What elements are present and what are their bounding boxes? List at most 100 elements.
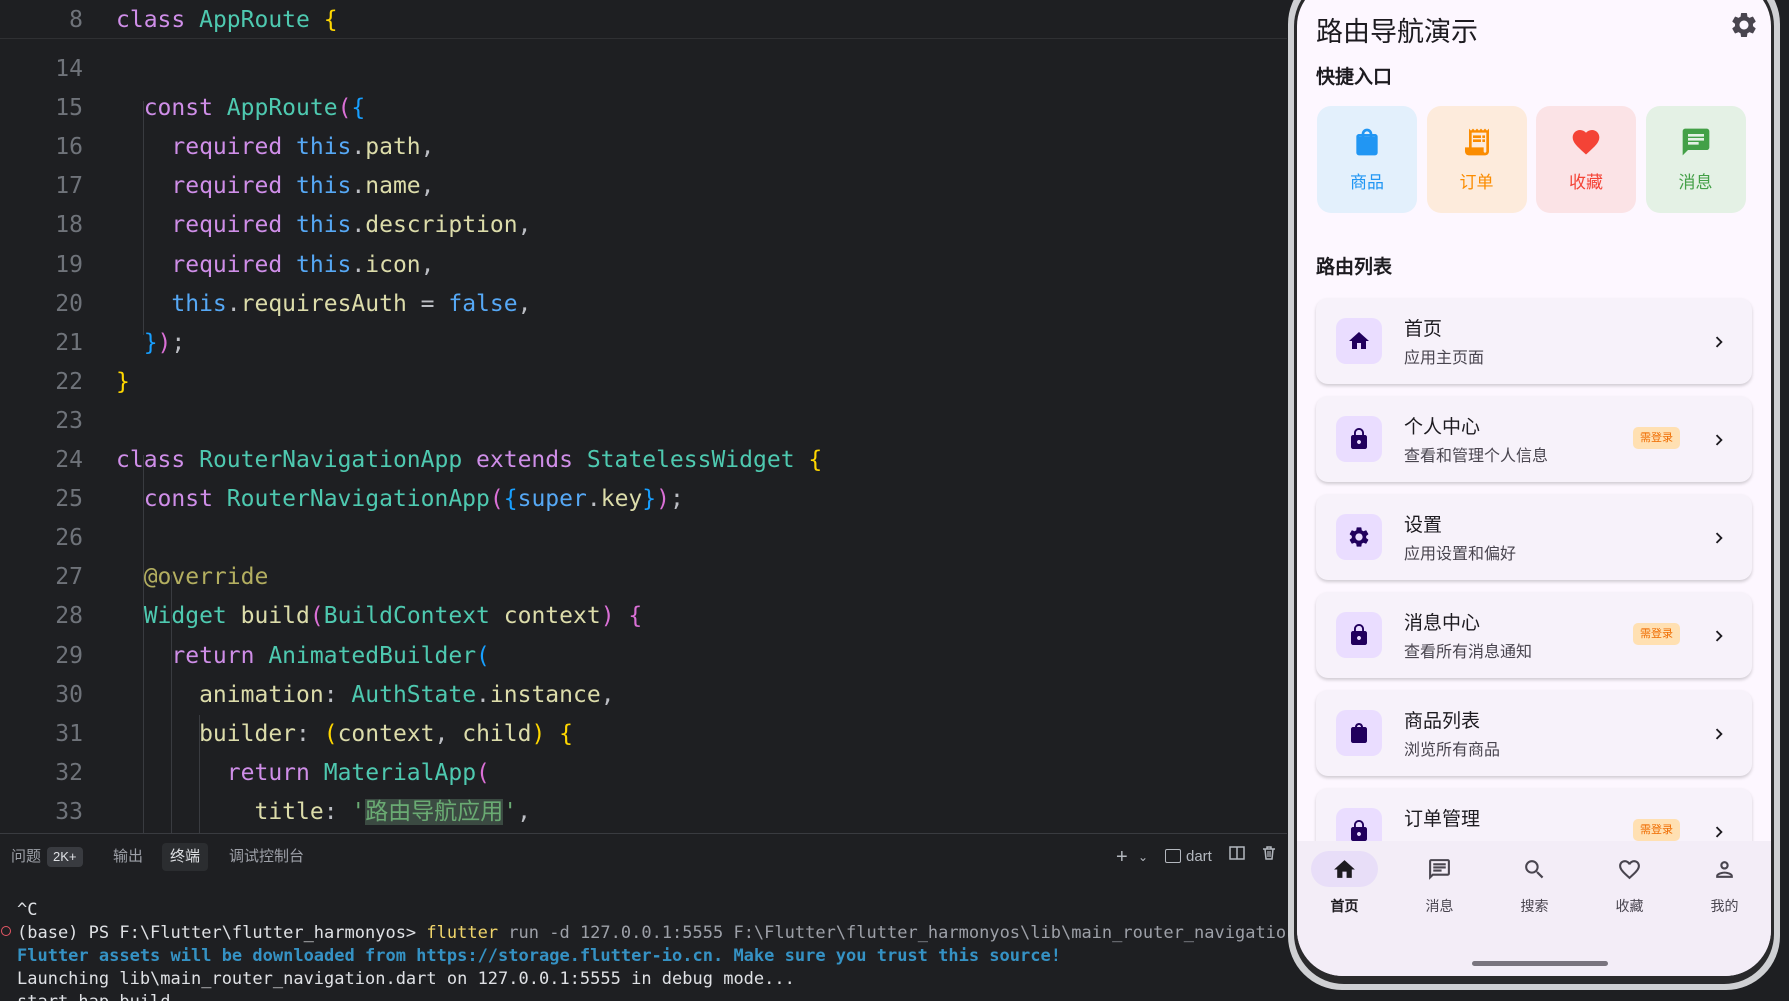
code-line[interactable]: 18 required this.description,	[0, 206, 1287, 244]
receipt-icon	[1464, 128, 1489, 156]
code-line[interactable]: 24 class RouterNavigationApp extends Stat…	[0, 441, 1287, 479]
nav-item-1[interactable]: 首页	[1297, 841, 1392, 941]
tab-debug-console[interactable]: 调试控制台	[229, 843, 304, 871]
tab-terminal[interactable]: 终端	[162, 843, 209, 871]
shopping-bag-icon	[1351, 723, 1367, 743]
heart-outline-icon	[1619, 860, 1640, 880]
code-line[interactable]: 21 });	[0, 324, 1287, 362]
code-token: AppRoute	[226, 95, 338, 122]
code-text: class RouterNavigationApp extends Statel…	[116, 441, 822, 479]
code-text: const RouterNavigationApp({super.key});	[116, 480, 684, 518]
line-number: 23	[55, 407, 83, 434]
code-token: this	[296, 251, 352, 278]
code-text: required this.description,	[116, 206, 531, 244]
terminal-line-5: start hap build...	[17, 991, 201, 1001]
code-line[interactable]: 16 required this.path,	[0, 128, 1287, 166]
code-token: return	[116, 642, 269, 669]
code-token: RouterNavigationApp	[226, 486, 490, 513]
quick-entry-4[interactable]: 消息	[1645, 106, 1746, 213]
terminal-shell-selector[interactable]: dart	[1165, 845, 1212, 869]
route-item[interactable]: 消息中心 查看所有消息通知 需登录	[1316, 592, 1752, 678]
code-token: BuildContext	[323, 603, 504, 630]
code-token: this	[296, 134, 352, 161]
code-line[interactable]: 27 @override	[0, 558, 1287, 596]
code-line[interactable]: 8 class AppRoute {	[0, 1, 1287, 39]
code-text: return MaterialApp(	[116, 754, 490, 792]
nav-item-5[interactable]: 我的	[1677, 841, 1771, 941]
route-title: 首页	[1404, 319, 1443, 340]
code-token: :	[323, 681, 352, 708]
quick-icon-wrap	[1461, 126, 1493, 158]
tab-problems[interactable]: 问题 2K+	[11, 843, 83, 871]
code-line[interactable]: 19 required this.icon,	[0, 246, 1287, 284]
route-icon-box	[1336, 318, 1382, 364]
code-token: ;	[171, 329, 186, 356]
shopping-bag-icon	[1356, 128, 1378, 156]
new-terminal-button[interactable]: +	[1116, 845, 1128, 869]
route-subtitle: 应用设置和偏好	[1404, 546, 1517, 563]
gear-icon	[1732, 12, 1756, 37]
code-line[interactable]: 23	[0, 402, 1287, 440]
route-item[interactable]: 商品列表 浏览所有商品	[1316, 690, 1752, 776]
bottom-panel: 问题 2K+ 输出 终端 调试控制台 + ⌄ dart ^C (base) PS …	[0, 833, 1317, 1001]
code-line[interactable]: 31 builder: (context, child) {	[0, 715, 1287, 753]
code-token: ;	[669, 486, 684, 513]
code-line[interactable]: 28 Widget build(BuildContext context) {	[0, 597, 1287, 635]
panel-tab-bar: 问题 2K+ 输出 终端 调试控制台 + ⌄ dart	[0, 834, 1287, 874]
code-token: return	[116, 759, 324, 786]
route-title: 个人中心	[1404, 417, 1481, 438]
code-line[interactable]: 22}	[0, 363, 1287, 401]
nav-item-3[interactable]: 搜索	[1487, 841, 1582, 941]
terminal-dropdown-button[interactable]: ⌄	[1138, 845, 1148, 869]
code-line[interactable]: 30 animation: AuthState.instance,	[0, 676, 1287, 714]
route-item[interactable]: 首页 应用主页面	[1316, 298, 1752, 384]
code-token: {	[503, 486, 518, 513]
code-line[interactable]: 26	[0, 519, 1287, 557]
split-icon	[1229, 846, 1245, 860]
route-item[interactable]: 个人中心 查看和管理个人信息 需登录	[1316, 396, 1752, 482]
code-line[interactable]: 25 const RouterNavigationApp({super.key}…	[0, 480, 1287, 518]
code-line[interactable]: 33 title: '路由导航应用',	[0, 793, 1287, 831]
login-required-badge: 需登录	[1633, 427, 1680, 449]
kill-terminal-button[interactable]	[1261, 845, 1277, 869]
quick-entry-2[interactable]: 订单	[1426, 106, 1527, 213]
code-text: return AnimatedBuilder(	[116, 637, 490, 675]
code-line[interactable]: 15 const AppRoute({	[0, 89, 1287, 127]
line-number: 21	[55, 329, 83, 356]
quick-entry-1[interactable]: 商品	[1317, 106, 1417, 213]
code-token: }	[642, 486, 657, 513]
code-line[interactable]: 20 this.requiresAuth = false,	[0, 285, 1287, 323]
person-icon	[1716, 861, 1733, 878]
quick-entry-3[interactable]: 收藏	[1536, 106, 1636, 213]
message-outline-icon	[1429, 859, 1450, 880]
code-token: this	[296, 212, 352, 239]
code-token: title	[116, 798, 324, 825]
chevron-right-icon	[1715, 826, 1723, 838]
tab-output[interactable]: 输出	[113, 843, 143, 871]
code-editor[interactable]: 8 class AppRoute { 14 15 const AppRoute({1…	[0, 0, 1287, 833]
split-terminal-button[interactable]	[1229, 845, 1245, 869]
nav-item-2[interactable]: 消息	[1392, 841, 1487, 941]
quick-access-title: 快捷入口	[1316, 67, 1393, 88]
chevron-right-icon	[1715, 630, 1723, 642]
route-icon-box	[1336, 612, 1382, 658]
code-token: :	[296, 720, 324, 747]
sticky-scroll-header[interactable]: 8 class AppRoute {	[0, 0, 1287, 39]
settings-button[interactable]	[1729, 10, 1759, 40]
route-item[interactable]: 设置 应用设置和偏好	[1316, 494, 1752, 580]
code-line[interactable]: 14	[0, 50, 1287, 88]
lock-icon	[1351, 820, 1367, 841]
code-text: });	[116, 324, 186, 362]
nav-item-4[interactable]: 收藏	[1582, 841, 1677, 941]
chevron-right-icon	[1715, 532, 1723, 544]
home-indicator[interactable]	[1472, 961, 1608, 966]
code-token: {	[323, 7, 338, 33]
code-line[interactable]: 29 return AnimatedBuilder(	[0, 637, 1287, 675]
code-line[interactable]: 32 return MaterialApp(	[0, 754, 1287, 792]
code-line[interactable]: 17 required this.name,	[0, 167, 1287, 205]
code-token: MaterialApp	[323, 759, 477, 786]
route-subtitle: 应用主页面	[1404, 350, 1485, 367]
code-token: Widget	[116, 603, 241, 630]
code-token: )	[656, 486, 670, 513]
code-text: required this.path,	[116, 128, 434, 166]
